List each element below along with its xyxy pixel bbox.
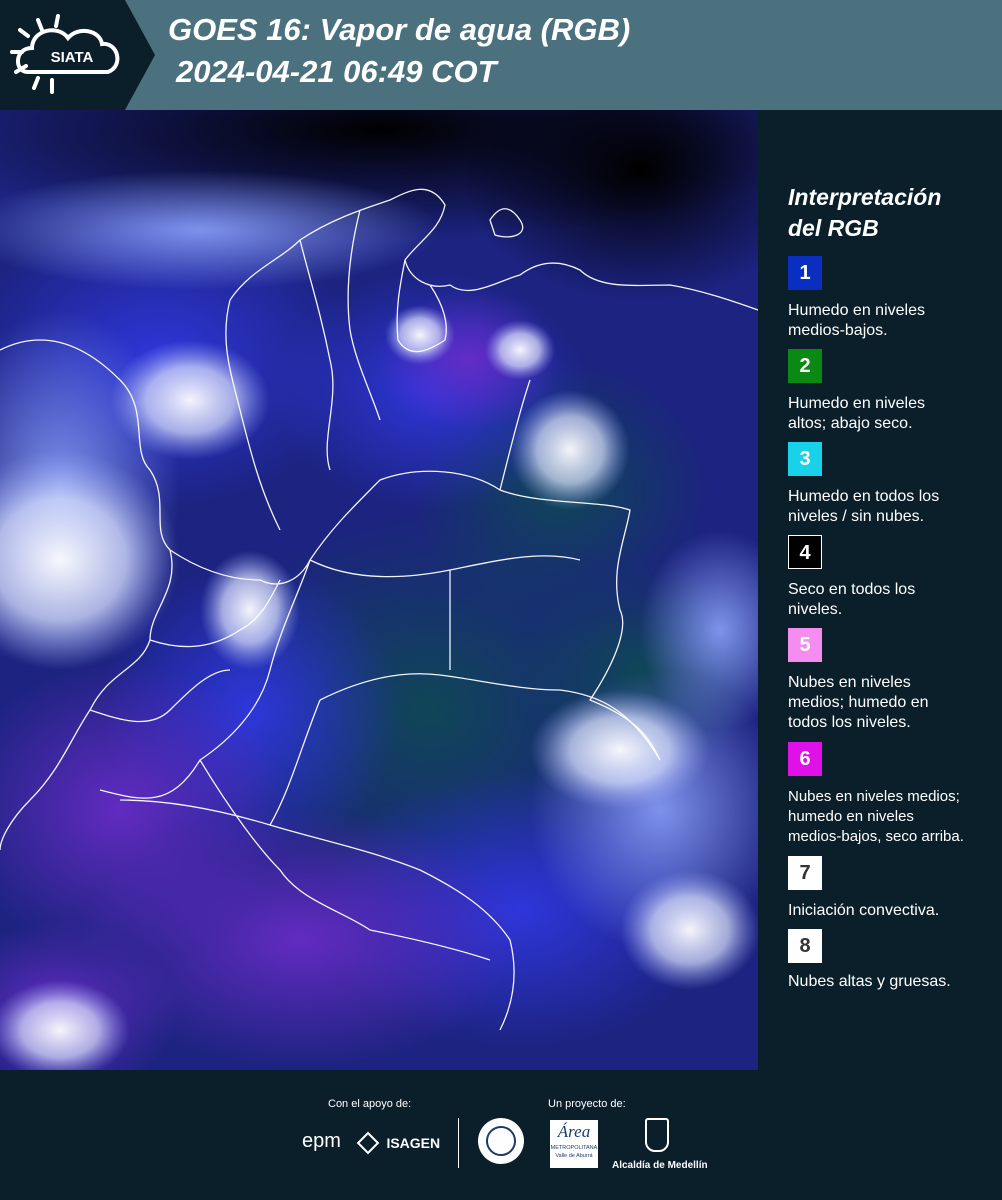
epm-logo: epm [302, 1130, 341, 1153]
legend-swatch-6: 6 [788, 742, 822, 776]
legend-swatch-3: 3 [788, 442, 822, 476]
legend-item-4-line1: Seco en todos los [788, 581, 916, 598]
legend-swatch-8: 8 [788, 929, 822, 963]
legend-item-4-line2: niveles. [788, 601, 843, 618]
page-title: GOES 16: Vapor de agua (RGB) [168, 12, 631, 47]
legend-item-2-line1: Humedo en niveles [788, 395, 925, 412]
legend-item-3-line2: niveles / sin nubes. [788, 508, 925, 525]
timestamp: 2024-04-21 06:49 COT [176, 54, 497, 89]
isagen-logo-text: ISAGEN [386, 1134, 441, 1151]
alcaldia-shield-icon [645, 1118, 669, 1152]
legend-panel: Interpretación del RGB 1 Humedo en nivel… [758, 110, 1002, 1070]
legend-item-5-line1: Nubes en niveles [788, 674, 911, 691]
legend-item-5-line3: todos los niveles. [788, 714, 911, 731]
legend-item-8: Nubes altas y gruesas. [788, 972, 998, 992]
area-metropolitana-line1: METROPOLITANA [550, 1145, 598, 1151]
footer-divider [458, 1118, 459, 1168]
footer: Con el apoyo de: Un proyecto de: epm ISA… [0, 1070, 1002, 1200]
legend-item-6-line1: Nubes en niveles medios; [788, 788, 960, 805]
logo-panel: SIATA [0, 0, 155, 110]
legend-item-1-line2: medios-bajos. [788, 322, 888, 339]
legend-item-5-line2: medios; humedo en [788, 694, 929, 711]
area-metropolitana-mark: Área [557, 1122, 591, 1141]
legend-item-7-line1: Iniciación convectiva. [788, 902, 940, 919]
legend-item-6: Nubes en niveles medios; humedo en nivel… [788, 787, 998, 847]
satellite-map [0, 110, 758, 1070]
legend-item-8-line1: Nubes altas y gruesas. [788, 973, 951, 990]
legend-item-1-line1: Humedo en niveles [788, 302, 925, 319]
header: SIATA GOES 16: Vapor de agua (RGB) 2024-… [0, 0, 1002, 110]
support-label: Con el apoyo de: [328, 1098, 412, 1110]
isagen-mark-icon [356, 1131, 380, 1155]
legend-item-3: Humedo en todos los niveles / sin nubes. [788, 487, 998, 527]
legend-title-line2: del RGB [788, 215, 879, 241]
legend-swatch-5: 5 [788, 628, 822, 662]
legend-item-7: Iniciación convectiva. [788, 901, 998, 921]
alcaldia-label: Alcaldía de Medellín [612, 1160, 708, 1171]
siata-logo-text: SIATA [51, 49, 94, 66]
legend-title-line1: Interpretación [788, 184, 942, 210]
legend-item-3-line1: Humedo en todos los [788, 488, 940, 505]
gobernacion-seal-icon [478, 1118, 524, 1164]
satellite-image [0, 110, 758, 1070]
legend-swatch-7: 7 [788, 856, 822, 890]
legend-item-2: Humedo en niveles altos; abajo seco. [788, 394, 998, 434]
legend-item-6-line3: medios-bajos, seco arriba. [788, 828, 964, 845]
area-metropolitana-logo: Área METROPOLITANA Valle de Aburrá [550, 1120, 598, 1168]
legend-item-2-line2: altos; abajo seco. [788, 415, 913, 432]
isagen-logo: ISAGEN [356, 1131, 441, 1156]
area-metropolitana-line2: Valle de Aburrá [555, 1153, 593, 1159]
legend-item-5: Nubes en niveles medios; humedo en todos… [788, 673, 998, 733]
legend-item-1: Humedo en niveles medios-bajos. [788, 301, 998, 341]
legend-swatch-2: 2 [788, 349, 822, 383]
legend-swatch-1: 1 [788, 256, 822, 290]
legend-item-6-line2: humedo en niveles [788, 808, 914, 825]
legend-title: Interpretación del RGB [788, 182, 988, 244]
epm-logo-text: epm [302, 1130, 341, 1152]
legend-item-4: Seco en todos los niveles. [788, 580, 998, 620]
legend-swatch-4: 4 [788, 535, 822, 569]
project-label: Un proyecto de: [548, 1098, 626, 1110]
